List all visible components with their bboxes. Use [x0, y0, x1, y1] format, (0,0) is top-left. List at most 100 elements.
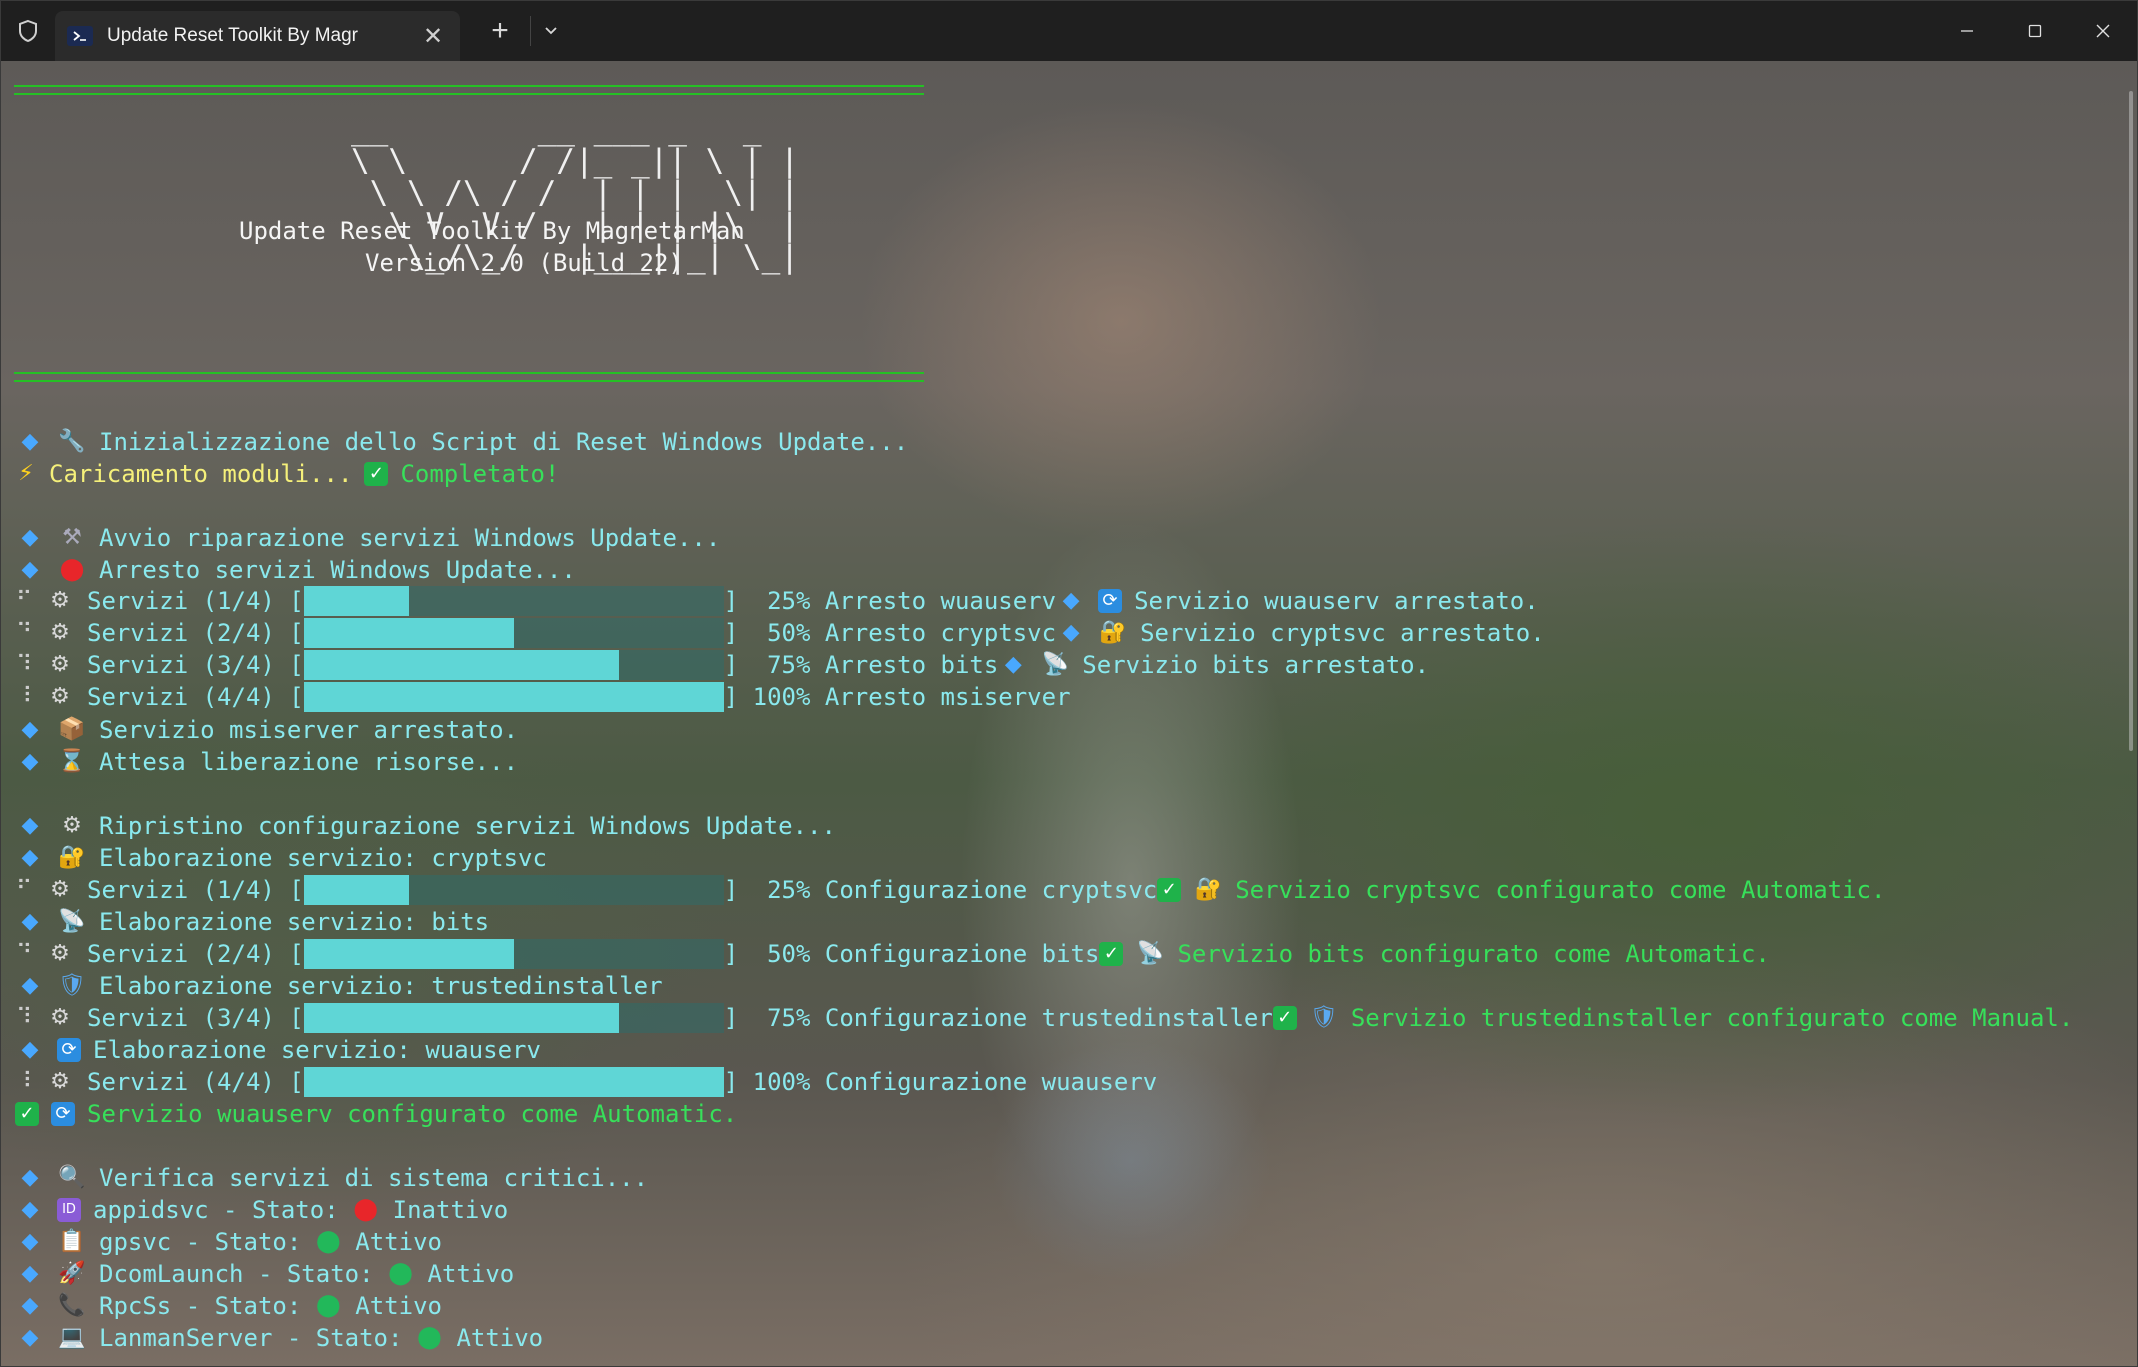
gear-icon: ⚙: [50, 684, 70, 709]
gear-icon: ⚙: [50, 620, 70, 645]
gear-icon: ⚙: [50, 1005, 70, 1030]
log-line: ◆ ⚒ Avvio riparazione servizi Windows Up…: [15, 522, 721, 554]
diamond-icon: ◆: [21, 909, 39, 934]
tab-close-button[interactable]: ✕: [418, 22, 448, 51]
check-icon: ✓: [15, 1102, 39, 1126]
log-line: ◆ ⬤ Arresto servizi Windows Update...: [15, 554, 576, 586]
package-icon: 📦: [58, 717, 86, 742]
status-line: ◆ ID appidsvc - Stato: ⬤ Inattivo: [15, 1194, 509, 1226]
log-line: ◆ 🔍 Verifica servizi di sistema critici.…: [15, 1162, 649, 1194]
status-line: ◆ 💻 LanmanServer - Stato: ⬤ Attivo: [15, 1322, 544, 1354]
maximize-button[interactable]: [2001, 1, 2069, 61]
powershell-icon: [67, 26, 93, 46]
progress-bar: [303, 1003, 724, 1033]
progress-row: ⠸ ⚙ Servizi (4/4) [ ] 100% Configurazion…: [15, 1067, 1158, 1097]
version-label: Version 2.0 (Build 22): [365, 249, 683, 277]
tools-icon: ⚒: [62, 525, 82, 550]
log-line: ◆ 📦 Servizio msiserver arrestato.: [15, 714, 519, 746]
gear-icon: ⚙: [62, 813, 82, 838]
diamond-icon: ◆: [21, 749, 39, 774]
header-rule-top: [14, 85, 924, 95]
gear-icon: ⚙: [50, 588, 70, 613]
shield-icon: 🛡: [58, 973, 86, 998]
gear-icon: ⚙: [50, 877, 70, 902]
gear-icon: ⚙: [50, 941, 70, 966]
log-line: ⚡ Caricamento moduli... ✓ Completato!: [15, 458, 559, 490]
check-icon: ✓: [1272, 1006, 1297, 1030]
diamond-icon: ◆: [21, 1165, 39, 1190]
diamond-icon: ◆: [21, 973, 39, 998]
spinner-icon: ⠙: [15, 620, 33, 645]
diamond-icon: ◆: [21, 1293, 39, 1318]
check-icon: ✓: [1099, 942, 1124, 966]
wrench-icon: 🔧: [58, 429, 86, 454]
title-bar: Update Reset Toolkit By Magr ✕ +: [1, 1, 2137, 61]
status-line: ◆ 📞 RpcSs - Stato: ⬤ Attivo: [15, 1290, 442, 1322]
diamond-icon: ◆: [21, 1037, 39, 1062]
tab-title: Update Reset Toolkit By Magr: [107, 25, 358, 46]
satellite-icon: 📡: [1041, 652, 1069, 677]
magnifier-icon: 🔍: [58, 1165, 86, 1190]
diamond-icon: ◆: [21, 557, 39, 582]
spinner-icon: ⠹: [15, 652, 33, 677]
progress-row: ⠹ ⚙ Servizi (3/4) [ ] 75% Arresto bits ◆…: [15, 650, 1430, 680]
gear-icon: ⚙: [50, 1069, 70, 1094]
diamond-icon: ◆: [1004, 652, 1022, 677]
log-line: ◆ 🔐 Elaborazione servizio: cryptsvc: [15, 842, 547, 874]
lock-icon: 🔐: [58, 845, 86, 870]
diamond-icon: ◆: [21, 1229, 39, 1254]
progress-row: ⠙ ⚙ Servizi (2/4) [ ] 50% Arresto crypts…: [15, 618, 1545, 648]
close-button[interactable]: [2069, 1, 2137, 61]
diamond-icon: ◆: [21, 1325, 39, 1350]
toolkit-title: Update Reset Toolkit By MagnetarMan: [239, 217, 745, 245]
hourglass-icon: ⌛: [58, 749, 86, 774]
clipboard-icon: 📋: [58, 1229, 86, 1254]
rocket-icon: 🚀: [58, 1261, 86, 1286]
progress-bar: [303, 875, 724, 905]
tab-active[interactable]: Update Reset Toolkit By Magr ✕: [55, 11, 460, 61]
id-icon: ID: [57, 1198, 81, 1222]
diamond-icon: ◆: [21, 1197, 39, 1222]
spinner-icon: ⠙: [15, 941, 33, 966]
progress-row: ⠸ ⚙ Servizi (4/4) [ ] 100% Arresto msise…: [15, 682, 1071, 712]
check-icon: ✓: [1157, 878, 1182, 902]
new-tab-button[interactable]: +: [470, 14, 530, 48]
satellite-icon: 📡: [58, 909, 86, 934]
log-line: ◆ ⟳ Elaborazione servizio: wuauserv: [15, 1034, 541, 1066]
progress-row: ⠙ ⚙ Servizi (2/4) [ ] 50% Configurazione…: [15, 939, 1770, 969]
log-line: ◆ ⌛ Attesa liberazione risorse...: [15, 746, 519, 778]
sync-icon: ⟳: [51, 1102, 75, 1126]
progress-row: ⠋ ⚙ Servizi (1/4) [ ] 25% Configurazione…: [15, 875, 1886, 905]
progress-bar: [303, 618, 724, 648]
progress-row: ⠹ ⚙ Servizi (3/4) [ ] 75% Configurazione…: [15, 1003, 2074, 1033]
stop-icon: ⬤: [59, 557, 85, 582]
log-line: ✓ ⟳ Servizio wuauserv configurato come A…: [15, 1098, 737, 1130]
status-line: ◆ 🚀 DcomLaunch - Stato: ⬤ Attivo: [15, 1258, 515, 1290]
phone-icon: 📞: [58, 1293, 86, 1318]
diamond-icon: ◆: [21, 429, 39, 454]
terminal-window: Update Reset Toolkit By Magr ✕ + __ __ _…: [0, 0, 2138, 1367]
lock-icon: 🔐: [1099, 620, 1127, 645]
progress-bar: [303, 586, 724, 616]
log-line: ◆ ⚙ Ripristino configurazione servizi Wi…: [15, 810, 836, 842]
diamond-icon: ◆: [21, 813, 39, 838]
diamond-icon: ◆: [1062, 620, 1080, 645]
scrollbar[interactable]: [2129, 91, 2133, 751]
diamond-icon: ◆: [21, 525, 39, 550]
spinner-icon: ⠸: [15, 1069, 33, 1094]
terminal-content[interactable]: __ __ ___ _ _ \ \ / /|_ _|| \ | | \ \ /\…: [1, 61, 2137, 1366]
log-line: ◆ 📡 Elaborazione servizio: bits: [15, 906, 490, 938]
sync-icon: ⟳: [57, 1038, 81, 1062]
satellite-icon: 📡: [1136, 941, 1165, 966]
sync-icon: ⟳: [1098, 589, 1123, 613]
minimize-button[interactable]: [1933, 1, 2001, 61]
spinner-icon: ⠹: [15, 1005, 33, 1030]
status-dot-green: ⬤: [315, 1229, 341, 1254]
chevron-down-icon[interactable]: [531, 1, 571, 61]
spinner-icon: ⠸: [15, 684, 33, 709]
diamond-icon: ◆: [21, 717, 39, 742]
diamond-icon: ◆: [1062, 588, 1080, 613]
computer-icon: 💻: [58, 1325, 86, 1350]
gear-icon: ⚙: [50, 652, 70, 677]
status-dot-green: ⬤: [315, 1293, 341, 1318]
